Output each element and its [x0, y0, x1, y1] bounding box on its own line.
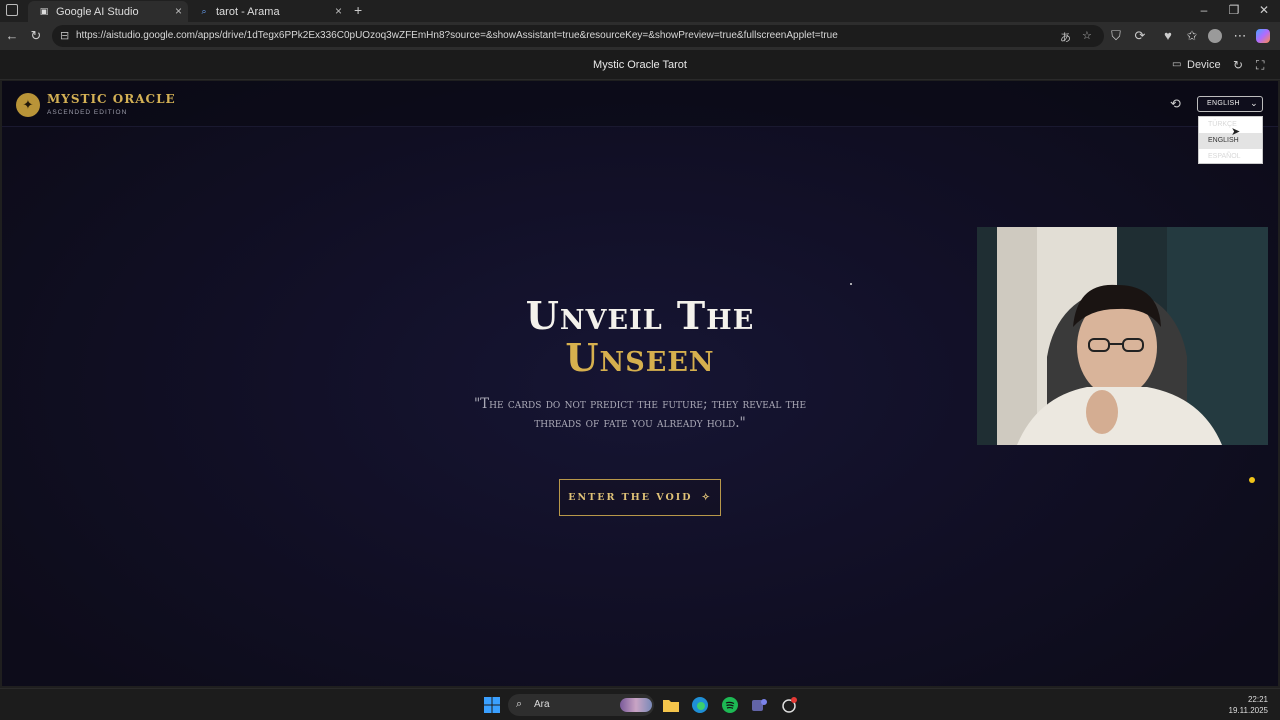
- shield-icon[interactable]: ⛉: [1108, 28, 1124, 44]
- studio-header: Mystic Oracle Tarot ▭ Device ↻ ⛶: [0, 50, 1280, 80]
- translate-icon[interactable]: あ: [1060, 29, 1071, 45]
- tab-title: tarot - Arama: [216, 5, 280, 18]
- windows-start-icon[interactable]: [483, 696, 501, 714]
- new-tab-icon[interactable]: +: [354, 2, 362, 18]
- ai-studio-favicon-icon: ▣: [39, 6, 49, 16]
- language-option-espanol[interactable]: ESPAÑOL: [1199, 149, 1262, 165]
- minimize-icon[interactable]: –: [1194, 3, 1214, 17]
- tab-title: Google AI Studio: [56, 5, 139, 18]
- teams-icon[interactable]: [750, 696, 768, 714]
- taskbar-search[interactable]: ⌕ Ara: [508, 694, 654, 716]
- brand-name: MYSTIC ORACLE: [47, 92, 176, 106]
- copilot-icon[interactable]: [1256, 29, 1270, 43]
- search-placeholder: Ara: [534, 699, 550, 710]
- spotify-icon[interactable]: [721, 696, 739, 714]
- edition-label: ASCENDED EDITION: [47, 109, 128, 116]
- clock-time[interactable]: 22:21: [1232, 695, 1268, 704]
- more-menu-icon[interactable]: ⋯: [1232, 28, 1248, 44]
- wand-logo-icon: ✦: [16, 93, 40, 117]
- search-icon: ⌕: [516, 698, 523, 710]
- file-explorer-icon[interactable]: [662, 696, 680, 714]
- webcam-overlay: [977, 227, 1268, 445]
- close-window-icon[interactable]: ✕: [1254, 3, 1274, 17]
- tab-tarot-search[interactable]: ⌕ tarot - Arama ×: [188, 1, 348, 22]
- close-tab-icon[interactable]: ×: [175, 4, 182, 18]
- applet-title: Mystic Oracle Tarot: [593, 59, 687, 71]
- enter-the-void-button[interactable]: ENTER THE VOID ✧: [559, 479, 721, 516]
- tab-actions-icon[interactable]: [6, 4, 18, 16]
- language-select[interactable]: ENGLISH ⌄: [1197, 96, 1263, 112]
- app-notification-icon[interactable]: [780, 696, 798, 714]
- restore-icon[interactable]: ❐: [1224, 3, 1244, 17]
- webcam-person-image: [977, 227, 1268, 445]
- sparkle-icon: ✧: [701, 492, 712, 503]
- back-icon[interactable]: ←: [4, 28, 20, 44]
- windows-taskbar: ⌕ Ara 22:21 19.11.2025: [0, 688, 1280, 720]
- star-sparkle: [850, 283, 852, 285]
- profile-avatar-icon[interactable]: [1208, 29, 1222, 43]
- language-selected: ENGLISH: [1207, 100, 1240, 107]
- extensions-icon[interactable]: ⟳: [1132, 28, 1148, 44]
- clock-date[interactable]: 19.11.2025: [1222, 706, 1268, 715]
- language-dropdown: TÜRKÇE ENGLISH ESPAÑOL: [1198, 116, 1263, 164]
- device-button[interactable]: Device: [1187, 59, 1221, 71]
- search-highlight-image: [620, 698, 652, 712]
- fullscreen-icon[interactable]: ⛶: [1256, 58, 1264, 73]
- close-tab-icon[interactable]: ×: [335, 4, 342, 18]
- tab-google-ai-studio[interactable]: ▣ Google AI Studio ×: [28, 1, 188, 22]
- address-bar[interactable]: ⊟ https://aistudio.google.com/apps/drive…: [52, 25, 1104, 47]
- browser-toolbar: ← ↻ ⊟ https://aistudio.google.com/apps/d…: [0, 22, 1280, 50]
- site-info-icon[interactable]: ⊟: [60, 29, 69, 42]
- search-favicon-icon: ⌕: [201, 6, 207, 16]
- chevron-down-icon: ⌄: [1250, 98, 1258, 108]
- refresh-icon[interactable]: ↻: [1233, 58, 1243, 72]
- url-text: https://aistudio.google.com/apps/drive/1…: [76, 30, 838, 41]
- device-icon[interactable]: ▭: [1172, 59, 1181, 70]
- hero-quote: "The cards do not predict the future; th…: [473, 396, 807, 431]
- browser-essentials-icon[interactable]: ♥: [1160, 28, 1176, 44]
- floating-orb: [1249, 477, 1255, 483]
- reload-icon[interactable]: ↻: [28, 28, 44, 44]
- favorites-icon[interactable]: ✩: [1184, 28, 1200, 44]
- history-icon[interactable]: ⟲: [1170, 96, 1181, 112]
- cta-label: ENTER THE VOID: [568, 492, 693, 503]
- edge-browser-icon[interactable]: [691, 696, 709, 714]
- browser-tab-strip: ▣ Google AI Studio × ⌕ tarot - Arama × +…: [0, 0, 1280, 22]
- mouse-cursor-icon: ➤: [1231, 126, 1241, 138]
- favorite-star-icon[interactable]: ☆: [1082, 29, 1092, 42]
- app-header: ✦ MYSTIC ORACLE ASCENDED EDITION ⟲ ENGLI…: [2, 81, 1278, 164]
